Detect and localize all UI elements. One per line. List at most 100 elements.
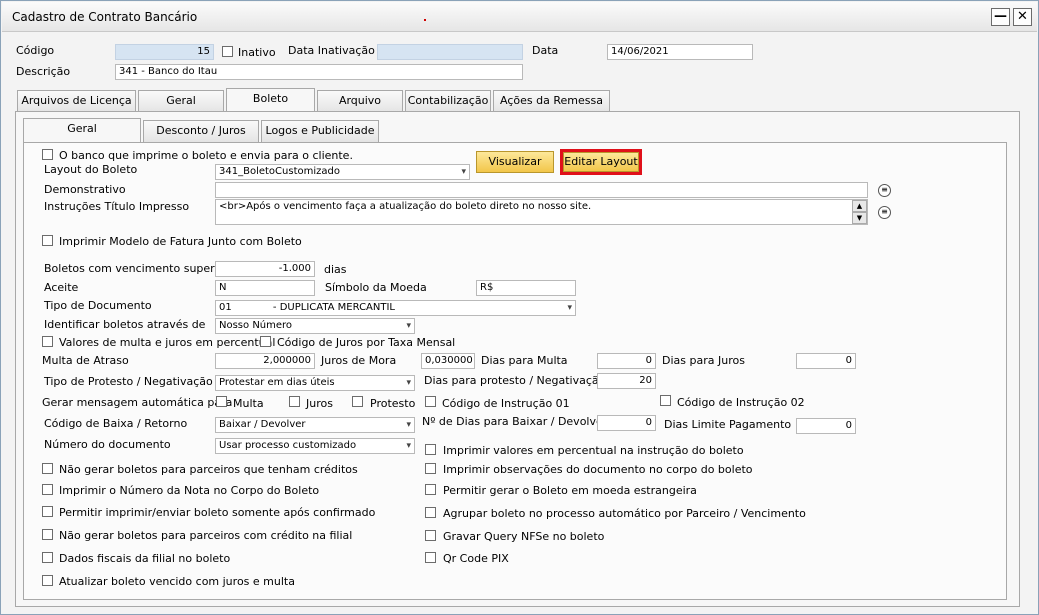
scroll-down-icon[interactable]: ▼ xyxy=(852,212,867,224)
right-checkbox-5[interactable] xyxy=(425,552,436,563)
tipo-protesto-select[interactable]: Protestar em dias úteis xyxy=(215,375,415,391)
numero-documento-label: Número do documento xyxy=(44,438,171,451)
data-inativacao-label: Data Inativação xyxy=(288,44,375,57)
data-field[interactable]: 14/06/2021 xyxy=(607,44,753,60)
aceite-label: Aceite xyxy=(44,281,79,294)
visualizar-button[interactable]: Visualizar xyxy=(476,151,554,173)
dias-protesto-label: Dias para protesto / Negativação xyxy=(424,374,606,387)
imprimir-modelo-label: Imprimir Modelo de Fatura Junto com Bole… xyxy=(59,235,302,248)
cod-instrucao-01-checkbox[interactable] xyxy=(425,396,436,407)
data-inativacao-field[interactable] xyxy=(377,44,523,60)
codigo-baixa-label: Código de Baixa / Retorno xyxy=(44,417,188,430)
valores-percentual-checkbox[interactable] xyxy=(42,336,53,347)
codigo-juros-checkbox[interactable] xyxy=(260,336,271,347)
instrucoes-label: Instruções Título Impresso xyxy=(44,200,190,213)
close-icon[interactable]: ✕ xyxy=(1013,8,1032,26)
juros-checkbox[interactable] xyxy=(289,396,300,407)
dias-label: dias xyxy=(324,263,347,276)
valores-percentual-label: Valores de multa e juros em percentual xyxy=(59,336,276,349)
editar-layout-button[interactable]: Editar Layout xyxy=(560,149,642,175)
n-dias-baixar-field[interactable]: 0 xyxy=(597,415,656,431)
demonstrativo-field[interactable] xyxy=(215,182,868,198)
left-checkbox-4[interactable] xyxy=(42,552,53,563)
scroll-up-icon[interactable]: ▲ xyxy=(852,200,867,212)
identificar-select[interactable]: Nosso Número xyxy=(215,318,415,334)
juros-mora-field[interactable]: 0,030000 xyxy=(421,353,475,369)
cod-instrucao-02-checkbox[interactable] xyxy=(660,395,671,406)
right-checkbox-0[interactable] xyxy=(425,444,436,455)
right-check-label-5: Qr Code PIX xyxy=(443,552,509,565)
tab-contabilizacao[interactable]: Contabilização xyxy=(405,90,491,112)
multa-atraso-label: Multa de Atraso xyxy=(42,354,129,367)
protesto-checkbox[interactable] xyxy=(352,396,363,407)
title-bar: Cadastro de Contrato Bancário — ✕ xyxy=(2,2,1037,32)
dias-limite-field[interactable]: 0 xyxy=(796,418,856,434)
protesto-checkbox-label: Protesto xyxy=(370,397,416,410)
list-icon[interactable]: ≡ xyxy=(878,184,891,197)
identificar-label: Identificar boletos através de xyxy=(44,318,206,331)
boletos-venc-field[interactable]: -1.000 xyxy=(215,261,315,277)
tab-arquivo[interactable]: Arquivo xyxy=(317,90,403,112)
minimize-icon[interactable]: — xyxy=(991,8,1010,26)
left-check-label-4: Dados fiscais da filial no boleto xyxy=(59,552,231,565)
dias-limite-label: Dias Limite Pagamento xyxy=(664,418,792,431)
subtab-logos-publicidade[interactable]: Logos e Publicidade xyxy=(261,120,379,142)
banco-imprime-label: O banco que imprime o boleto e envia par… xyxy=(59,149,353,162)
imprimir-modelo-checkbox[interactable] xyxy=(42,235,53,246)
red-dot-marker xyxy=(424,19,426,21)
boletos-venc-label: Boletos com vencimento superior xyxy=(44,262,229,275)
simbolo-moeda-label: Símbolo da Moeda xyxy=(325,281,427,294)
window-title: Cadastro de Contrato Bancário xyxy=(12,10,198,24)
tipo-documento-value: - DUPLICATA MERCANTIL xyxy=(272,302,396,313)
right-checkbox-3[interactable] xyxy=(425,507,436,518)
multa-checkbox-label: Multa xyxy=(233,397,264,410)
right-checkbox-4[interactable] xyxy=(425,530,436,541)
list-icon[interactable]: ≡ xyxy=(878,206,891,219)
instrucoes-field[interactable]: <br>Após o vencimento faça a atualização… xyxy=(215,199,868,225)
codigo-juros-label: Código de Juros por Taxa Mensal xyxy=(277,336,456,349)
dias-multa-field[interactable]: 0 xyxy=(597,353,656,369)
subtab-geral[interactable]: Geral xyxy=(23,118,141,142)
codigo-field[interactable]: 15 xyxy=(115,44,214,60)
banco-imprime-checkbox[interactable] xyxy=(42,149,53,160)
left-checkbox-3[interactable] xyxy=(42,529,53,540)
left-check-label-1: Imprimir o Número da Nota no Corpo do Bo… xyxy=(59,484,320,497)
right-check-label-3: Agrupar boleto no processo automático po… xyxy=(443,507,806,520)
multa-atraso-field[interactable]: 2,000000 xyxy=(215,353,315,369)
layout-boleto-select[interactable]: 341_BoletoCustomizado xyxy=(215,164,470,180)
right-checkbox-2[interactable] xyxy=(425,484,436,495)
left-check-label-3: Não gerar boletos para parceiros com cré… xyxy=(59,529,353,542)
juros-checkbox-label: Juros xyxy=(306,397,333,410)
left-checkbox-2[interactable] xyxy=(42,506,53,517)
subtab-desconto-juros[interactable]: Desconto / Juros xyxy=(143,120,259,142)
contract-window: Cadastro de Contrato Bancário — ✕ Código… xyxy=(0,0,1039,615)
right-check-label-1: Imprimir observações do documento no cor… xyxy=(443,463,753,476)
dias-multa-label: Dias para Multa xyxy=(481,354,568,367)
right-check-label-4: Gravar Query NFSe no boleto xyxy=(443,530,605,543)
tipo-documento-label: Tipo de Documento xyxy=(44,299,152,312)
dias-protesto-field[interactable]: 20 xyxy=(597,373,656,389)
tipo-documento-select[interactable]: 01 - DUPLICATA MERCANTIL xyxy=(215,300,576,316)
simbolo-moeda-field[interactable]: R$ xyxy=(476,280,576,296)
descricao-field[interactable]: 341 - Banco do Itau xyxy=(115,64,523,80)
inativo-checkbox[interactable] xyxy=(222,46,233,57)
tab-boleto[interactable]: Boleto xyxy=(226,88,315,112)
left-checkbox-1[interactable] xyxy=(42,484,53,495)
cod-instrucao-01-label: Código de Instrução 01 xyxy=(442,397,570,410)
right-checkbox-1[interactable] xyxy=(425,463,436,474)
tab-arquivos-licenca[interactable]: Arquivos de Licença xyxy=(17,90,136,112)
dias-juros-field[interactable]: 0 xyxy=(796,353,856,369)
tab-acoes-remessa[interactable]: Ações da Remessa xyxy=(493,90,610,112)
sub-tabbar: Geral Desconto / Juros Logos e Publicida… xyxy=(23,118,383,143)
demonstrativo-label: Demonstrativo xyxy=(44,183,126,196)
right-check-label-0: Imprimir valores em percentual na instru… xyxy=(443,444,744,457)
aceite-field[interactable]: N xyxy=(215,280,315,296)
tab-geral[interactable]: Geral xyxy=(138,90,224,112)
left-checkbox-0[interactable] xyxy=(42,463,53,474)
left-checkbox-5[interactable] xyxy=(42,575,53,586)
numero-documento-select[interactable]: Usar processo customizado xyxy=(215,438,415,454)
n-dias-baixar-label: Nº de Dias para Baixar / Devolver xyxy=(422,415,608,428)
multa-checkbox[interactable] xyxy=(216,396,227,407)
codigo-baixa-select[interactable]: Baixar / Devolver xyxy=(215,417,415,433)
inativo-label: Inativo xyxy=(238,46,276,59)
